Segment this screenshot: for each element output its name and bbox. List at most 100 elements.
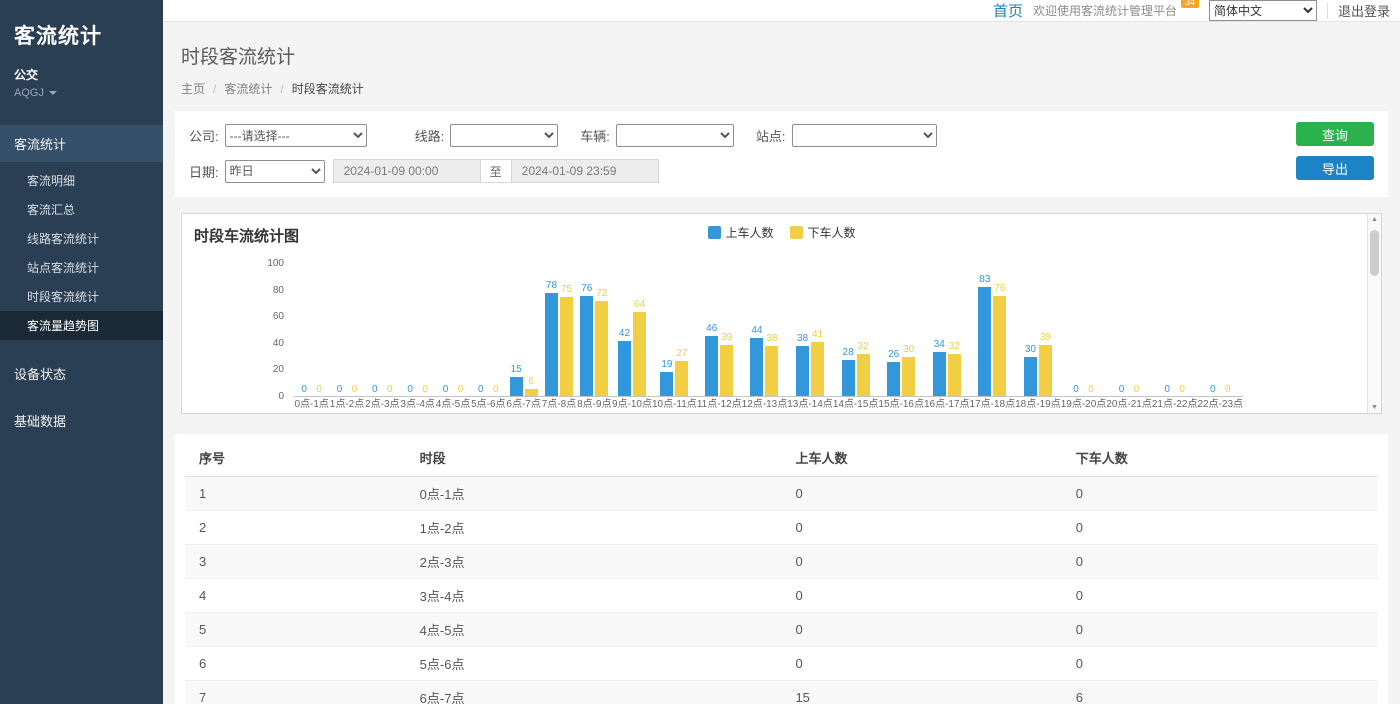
x-axis-label: 11点-12点 bbox=[697, 397, 742, 413]
breadcrumb-home[interactable]: 主页 bbox=[181, 80, 205, 97]
chart-group: 0021点-22点 bbox=[1152, 264, 1198, 413]
language-select[interactable]: 简体中文 bbox=[1209, 0, 1317, 21]
bar[interactable] bbox=[675, 361, 688, 397]
bar[interactable] bbox=[705, 336, 718, 397]
chart-group: 0020点-21点 bbox=[1106, 264, 1152, 413]
bar-value-label: 38 bbox=[797, 333, 808, 345]
sidebar-item-0[interactable]: 客流明细 bbox=[0, 166, 163, 195]
chart-group: 78757点-8点 bbox=[541, 264, 576, 413]
end-datetime-input[interactable] bbox=[511, 159, 659, 183]
bar[interactable] bbox=[887, 362, 900, 397]
legend-item-0[interactable]: 上车人数 bbox=[707, 224, 773, 241]
chart-scrollbar[interactable]: ▲ ▼ bbox=[1367, 214, 1381, 413]
logout-link[interactable]: 退出登录 bbox=[1338, 1, 1390, 20]
bar-value-label: 0 bbox=[1134, 384, 1140, 396]
chart-group: 0022点-23点 bbox=[1197, 264, 1243, 413]
account-menu[interactable]: AQGJ bbox=[14, 87, 149, 99]
bar[interactable] bbox=[545, 293, 558, 397]
bar[interactable] bbox=[811, 342, 824, 397]
table-body: 10点-1点0021点-2点0032点-3点0043点-4点0054点-5点00… bbox=[185, 477, 1378, 704]
breadcrumb-passenger-flow[interactable]: 客流统计 bbox=[224, 80, 272, 97]
company-select[interactable]: ---请选择--- bbox=[225, 124, 367, 147]
sidebar-item-5[interactable]: 客流量趋势图 bbox=[0, 311, 163, 340]
sidebar-item-2[interactable]: 线路客流统计 bbox=[0, 224, 163, 253]
x-axis-label: 18点-19点 bbox=[1015, 397, 1061, 413]
station-select[interactable] bbox=[792, 124, 937, 147]
scrollbar-thumb[interactable] bbox=[1370, 230, 1379, 276]
line-select[interactable] bbox=[450, 124, 558, 147]
table-header-cell: 下车人数 bbox=[1068, 438, 1378, 477]
bar[interactable] bbox=[933, 352, 946, 397]
sidebar-item-3[interactable]: 站点客流统计 bbox=[0, 253, 163, 282]
table-cell: 0 bbox=[1068, 613, 1378, 647]
bar[interactable] bbox=[1024, 357, 1037, 397]
chart-group: 0019点-20点 bbox=[1061, 264, 1107, 413]
x-axis-label: 19点-20点 bbox=[1061, 397, 1107, 413]
table-cell: 0 bbox=[787, 477, 1067, 511]
x-axis-label: 17点-18点 bbox=[970, 397, 1016, 413]
sidebar-menu: 客流统计 客流明细客流汇总线路客流统计站点客流统计时段客流统计客流量趋势图 设备… bbox=[0, 125, 163, 440]
bar[interactable] bbox=[978, 287, 991, 397]
bar[interactable] bbox=[633, 312, 646, 397]
bar-value-label: 0 bbox=[422, 384, 428, 396]
sidebar-item-1[interactable]: 客流汇总 bbox=[0, 195, 163, 224]
table-cell: 0 bbox=[787, 511, 1067, 545]
home-link[interactable]: 首页 bbox=[993, 0, 1023, 21]
vehicle-select[interactable] bbox=[616, 124, 734, 147]
bar-value-label: 26 bbox=[888, 349, 899, 361]
bar[interactable] bbox=[948, 354, 961, 397]
query-button[interactable]: 查询 bbox=[1296, 122, 1374, 146]
bar[interactable] bbox=[618, 341, 631, 397]
bar-value-label: 39 bbox=[721, 332, 732, 344]
x-axis-label: 15点-16点 bbox=[878, 397, 924, 413]
bar[interactable] bbox=[750, 338, 763, 397]
table-cell: 4 bbox=[185, 579, 412, 613]
bar[interactable] bbox=[796, 346, 809, 397]
bar-value-label: 0 bbox=[372, 384, 378, 396]
chart-group: 443812点-13点 bbox=[742, 264, 788, 413]
table-cell: 0 bbox=[787, 613, 1067, 647]
bar-value-label: 0 bbox=[1088, 384, 1094, 396]
bar-value-label: 0 bbox=[493, 384, 499, 396]
sidebar-section-passenger-flow[interactable]: 客流统计 bbox=[0, 125, 163, 162]
bar[interactable] bbox=[510, 377, 523, 397]
bar[interactable] bbox=[1039, 345, 1052, 397]
bar[interactable] bbox=[765, 346, 778, 397]
table-header-row: 序号时段上车人数下车人数 bbox=[185, 438, 1378, 477]
bar-value-label: 0 bbox=[458, 384, 464, 396]
table-row: 54点-5点00 bbox=[185, 613, 1378, 647]
main-area: 首页 欢迎使用客流统计管理平台 34 简体中文 退出登录 时段客流统计 主页 /… bbox=[163, 0, 1400, 704]
date-preset-select[interactable]: 昨日 bbox=[225, 160, 325, 183]
sidebar-item-4[interactable]: 时段客流统计 bbox=[0, 282, 163, 311]
x-axis-label: 14点-15点 bbox=[833, 397, 879, 413]
bar[interactable] bbox=[902, 357, 915, 397]
bar[interactable] bbox=[993, 296, 1006, 397]
sidebar-item-device-status[interactable]: 设备状态 bbox=[0, 354, 163, 393]
sidebar-item-base-data[interactable]: 基础数据 bbox=[0, 401, 163, 440]
bar[interactable] bbox=[525, 389, 538, 397]
bar[interactable] bbox=[560, 297, 573, 397]
export-button[interactable]: 导出 bbox=[1296, 156, 1374, 180]
bar[interactable] bbox=[580, 296, 593, 397]
bar-value-label: 44 bbox=[751, 325, 762, 337]
bar-value-label: 32 bbox=[858, 341, 869, 353]
table-cell: 1点-2点 bbox=[412, 511, 788, 545]
bar-value-label: 78 bbox=[546, 280, 557, 292]
start-datetime-input[interactable] bbox=[333, 159, 481, 183]
scroll-up-icon[interactable]: ▲ bbox=[1371, 216, 1378, 223]
bar-value-label: 0 bbox=[1210, 384, 1216, 396]
bar[interactable] bbox=[842, 360, 855, 397]
bar[interactable] bbox=[595, 301, 608, 397]
bar[interactable] bbox=[857, 354, 870, 397]
bar[interactable] bbox=[720, 345, 733, 397]
account-label: AQGJ bbox=[14, 87, 44, 99]
bar-value-label: 32 bbox=[949, 341, 960, 353]
chart-group: 005点-6点 bbox=[471, 264, 506, 413]
scroll-down-icon[interactable]: ▼ bbox=[1371, 404, 1378, 411]
notification-badge[interactable]: 34 bbox=[1181, 0, 1199, 8]
bar[interactable] bbox=[660, 372, 673, 397]
table-cell: 0 bbox=[787, 647, 1067, 681]
y-tick-label: 40 bbox=[273, 338, 284, 349]
legend-item-1[interactable]: 下车人数 bbox=[790, 224, 856, 241]
data-table-section: 序号时段上车人数下车人数 10点-1点0021点-2点0032点-3点0043点… bbox=[175, 434, 1388, 704]
